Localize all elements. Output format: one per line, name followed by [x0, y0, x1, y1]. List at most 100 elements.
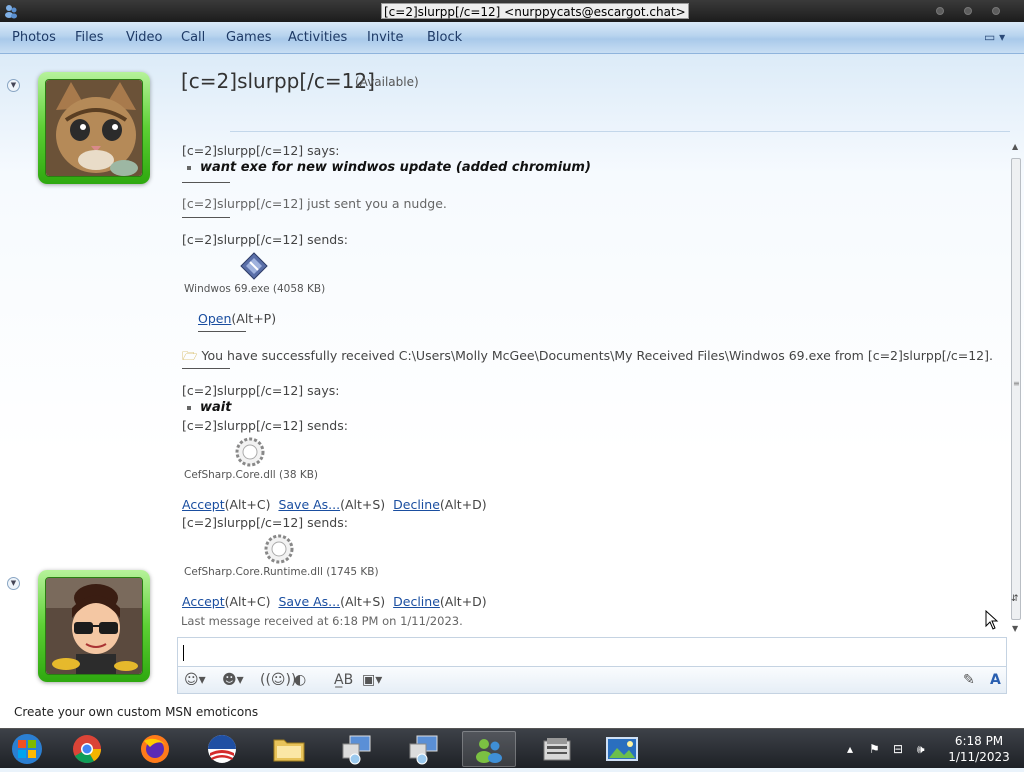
dll-file-icon[interactable]	[263, 533, 295, 569]
message-bullet	[187, 406, 191, 410]
messenger-taskbar-icon[interactable]	[462, 731, 516, 767]
message-input[interactable]	[177, 637, 1007, 667]
accept-link[interactable]: Accept	[182, 594, 225, 609]
message-bullet	[187, 166, 191, 170]
exe-file-icon[interactable]	[240, 252, 268, 284]
collapse-self-icon[interactable]: ▼	[7, 577, 20, 590]
emoticon-icon[interactable]: ☺▾	[184, 671, 206, 689]
last-message-status: Last message received at 6:18 PM on 1/11…	[181, 614, 463, 628]
save-as-shortcut: (Alt+S)	[340, 497, 386, 512]
menu-invite[interactable]: Invite	[367, 30, 403, 45]
obama-campaign-icon[interactable]	[195, 731, 249, 767]
accept-shortcut: (Alt+C)	[224, 594, 271, 609]
cash-register-icon[interactable]	[530, 731, 584, 767]
dll-file-icon[interactable]	[234, 436, 266, 472]
accept-shortcut: (Alt+C)	[224, 497, 271, 512]
create-emoticons-link[interactable]: Create your own custom MSN emoticons	[14, 705, 258, 719]
action-center-flag-icon[interactable]: ⚑	[869, 742, 880, 756]
decline-link[interactable]: Decline	[393, 497, 440, 512]
close-button[interactable]	[992, 7, 1000, 15]
contact-display-name: [c=2]slurpp[/c=12]	[181, 69, 375, 93]
cartoon-girl-picture	[45, 577, 143, 675]
conversation-window: ▼ [c=2]slurpp[/c=12] (Available) [c=2]sl…	[0, 54, 1024, 728]
handwriting-icon[interactable]: ✎	[963, 671, 975, 689]
accept-link[interactable]: Accept	[182, 497, 225, 512]
messenger-icon	[3, 3, 19, 19]
system-clock[interactable]: 6:18 PM 1/11/2023	[947, 733, 1011, 765]
volume-icon[interactable]: 🕪	[917, 742, 925, 757]
sender-line: [c=2]slurpp[/c=12] sends:	[182, 418, 348, 433]
decline-shortcut: (Alt+D)	[439, 594, 487, 609]
save-as-link[interactable]: Save As...	[278, 594, 340, 609]
menu-activities[interactable]: Activities	[288, 30, 347, 45]
header-divider	[230, 131, 1010, 132]
decline-link[interactable]: Decline	[393, 594, 440, 609]
open-file-action: Open(Alt+P)	[198, 311, 276, 326]
message-text: want exe for new windwos update (added c…	[200, 160, 591, 175]
start-button[interactable]	[0, 731, 54, 767]
options-menu-icon[interactable]: ▭ ▾	[984, 30, 1005, 44]
resize-handle-icon[interactable]: ⇵	[1011, 594, 1019, 604]
wink-icon[interactable]: ☻▾	[222, 671, 244, 689]
conversation-scrollbar[interactable]: ▲ ≡ ▼	[1009, 140, 1023, 640]
file-actions: Accept(Alt+C) Save As...(Alt+S) Decline(…	[182, 497, 487, 512]
menu-video[interactable]: Video	[126, 30, 162, 45]
file-name: CefSharp.Core.dll (38 KB)	[184, 469, 319, 481]
decline-shortcut: (Alt+D)	[439, 497, 487, 512]
clock-time: 6:18 PM	[954, 734, 1004, 748]
title-bar[interactable]: [c=2]slurpp[/c=12] <nurppycats@escargot.…	[0, 0, 1024, 22]
window-title: [c=2]slurpp[/c=12] <nurppycats@escargot.…	[381, 3, 689, 19]
menu-photos[interactable]: Photos	[12, 30, 56, 45]
maximize-button[interactable]	[964, 7, 972, 15]
folder-icon: 🗁	[182, 348, 198, 363]
nudge-notice: [c=2]slurpp[/c=12] just sent you a nudge…	[182, 196, 447, 211]
firefox-icon[interactable]	[128, 731, 182, 767]
separator	[182, 368, 230, 369]
sender-line: [c=2]slurpp[/c=12] says:	[182, 143, 340, 158]
file-name: CefSharp.Core.Runtime.dll (1745 KB)	[184, 566, 379, 578]
grip-icon: ≡	[1013, 379, 1020, 388]
save-as-shortcut: (Alt+S)	[340, 594, 386, 609]
open-link[interactable]: Open	[198, 311, 231, 326]
scroll-up-arrow-icon[interactable]: ▲	[1012, 142, 1018, 151]
background-icon[interactable]: ▣▾	[362, 671, 382, 689]
nudge-icon[interactable]: ((☺))	[260, 671, 296, 689]
message-text: wait	[200, 400, 232, 415]
file-actions: Accept(Alt+C) Save As...(Alt+S) Decline(…	[182, 594, 487, 609]
file-name: Windwos 69.exe (4058 KB)	[184, 283, 326, 295]
separator	[182, 182, 230, 183]
minimize-button[interactable]	[936, 7, 944, 15]
separator	[182, 217, 230, 218]
user-avatar[interactable]	[38, 570, 150, 682]
voice-clip-icon[interactable]: ◐	[294, 671, 306, 689]
network-computer-icon[interactable]	[397, 731, 451, 767]
menu-call[interactable]: Call	[181, 30, 205, 45]
save-as-link[interactable]: Save As...	[278, 497, 340, 512]
collapse-contact-icon[interactable]: ▼	[7, 79, 20, 92]
contact-status: (Available)	[355, 75, 419, 89]
sender-line: [c=2]slurpp[/c=12] sends:	[182, 515, 348, 530]
chrome-icon[interactable]	[60, 731, 114, 767]
open-shortcut: (Alt+P)	[231, 311, 277, 326]
network-icon[interactable]: ⊟	[893, 742, 903, 756]
show-hidden-icons-icon[interactable]: ▴	[847, 742, 853, 756]
conversation-history[interactable]: [c=2]slurpp[/c=12] says: want exe for ne…	[0, 140, 1010, 640]
font-style-icon[interactable]: A̲B	[334, 671, 353, 689]
taskbar: ▴ ⚑ ⊟ 🕪 6:18 PM 1/11/2023	[0, 728, 1024, 768]
sender-line: [c=2]slurpp[/c=12] sends:	[182, 232, 348, 247]
sender-line: [c=2]slurpp[/c=12] says:	[182, 383, 340, 398]
menu-files[interactable]: Files	[75, 30, 104, 45]
mouse-cursor-icon	[985, 609, 999, 634]
scroll-thumb[interactable]: ≡	[1011, 158, 1021, 620]
menu-games[interactable]: Games	[226, 30, 271, 45]
file-explorer-icon[interactable]	[262, 731, 316, 767]
network-computer-icon[interactable]	[330, 731, 384, 767]
clock-date: 1/11/2023	[948, 750, 1010, 764]
font-color-icon[interactable]: A	[990, 671, 1001, 689]
text-caret	[183, 645, 184, 661]
received-text: You have successfully received C:\Users\…	[201, 348, 993, 363]
received-notice: 🗁 You have successfully received C:\User…	[182, 347, 993, 368]
scroll-down-arrow-icon[interactable]: ▼	[1012, 624, 1018, 633]
picture-viewer-icon[interactable]	[595, 731, 649, 767]
menu-block[interactable]: Block	[427, 30, 462, 45]
